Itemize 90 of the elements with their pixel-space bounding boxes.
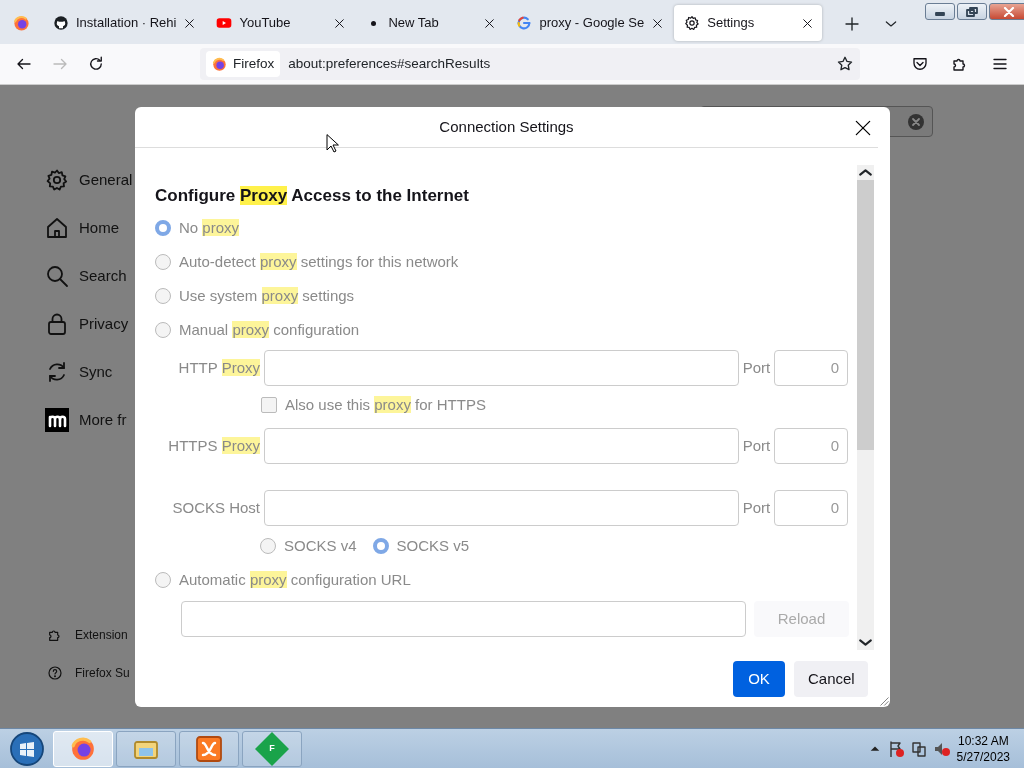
checkbox-label[interactable]: Also use this proxy for HTTPS: [285, 393, 486, 417]
dot-icon: [371, 20, 377, 26]
radio-label[interactable]: Use system proxy settings: [179, 284, 355, 308]
ok-button[interactable]: OK: [733, 661, 785, 697]
close-icon: [853, 118, 873, 138]
taskbar-app[interactable]: [179, 730, 239, 767]
logo-icon: [45, 408, 69, 432]
star-icon[interactable]: [836, 55, 854, 73]
google-icon: [516, 15, 533, 31]
text-field[interactable]: [264, 490, 739, 526]
field-label: HTTP Proxy: [177, 357, 260, 378]
gear-icon: [684, 15, 701, 31]
port-field[interactable]: 0: [774, 350, 848, 386]
close-icon: [1003, 6, 1015, 17]
radio-button[interactable]: [155, 220, 171, 236]
radio-label[interactable]: SOCKS v5: [396, 534, 470, 558]
radio-label[interactable]: SOCKS v4: [284, 534, 357, 558]
sidebar-item[interactable]: Search: [79, 264, 127, 288]
sidebar-item[interactable]: Home: [79, 216, 119, 240]
clock[interactable]: 10:32 AM 5/27/2023: [956, 732, 1010, 765]
radio-label[interactable]: No proxy: [179, 216, 240, 240]
app-logo: F: [255, 731, 289, 766]
radio-label[interactable]: Auto-detect proxy settings for this network: [179, 250, 459, 274]
address-bar[interactable]: Firefox about:preferences#searchResults: [200, 48, 860, 80]
plus-icon[interactable]: [843, 15, 862, 33]
url-field[interactable]: [181, 601, 746, 637]
identity-button[interactable]: Firefox: [206, 50, 281, 78]
sidebar-item[interactable]: General: [79, 168, 133, 192]
gear-icon: [45, 168, 69, 192]
browser-tab[interactable]: proxy - Google Se: [506, 5, 673, 41]
port-field[interactable]: 0: [774, 428, 848, 464]
port-field[interactable]: 0: [774, 490, 848, 526]
radio-button[interactable]: [372, 538, 389, 554]
browser-tab[interactable]: Settings: [674, 5, 823, 41]
port-label: Port: [741, 435, 772, 456]
browser-tab[interactable]: YouTube: [206, 5, 355, 41]
xampp-icon: [196, 735, 222, 762]
home-icon: [45, 216, 69, 240]
network-icon[interactable]: [910, 740, 927, 757]
close-icon[interactable]: [483, 16, 497, 30]
firefox-icon: [12, 14, 30, 32]
dialog-title: Connection Settings: [439, 116, 574, 137]
cancel-button[interactable]: Cancel: [794, 661, 868, 697]
sidebar-item[interactable]: Sync: [79, 360, 113, 384]
close-icon[interactable]: [183, 16, 197, 30]
resize-grip-icon[interactable]: [877, 694, 889, 706]
browser-tab[interactable]: Installation · Rehi: [43, 5, 205, 41]
github-icon: [53, 15, 69, 31]
play-icon: [216, 15, 233, 31]
radio-label[interactable]: Manual proxy configuration: [179, 318, 360, 342]
close-icon[interactable]: [801, 16, 815, 30]
taskbar-app[interactable]: F: [242, 730, 302, 767]
restore-icon: [966, 6, 978, 17]
sidebar-item[interactable]: More fr: [79, 408, 127, 432]
text-field[interactable]: [264, 350, 739, 386]
radio-button[interactable]: [155, 322, 171, 338]
search-icon: [45, 264, 69, 288]
help-icon: [47, 665, 63, 681]
cursor-icon: [326, 134, 340, 153]
lock-icon: [45, 312, 69, 336]
port-label: Port: [741, 497, 772, 518]
close-icon[interactable]: [333, 16, 347, 30]
dialog-heading: Configure Proxy Access to the Internet: [155, 185, 469, 206]
radio-button[interactable]: [155, 254, 171, 270]
firefox-icon: [212, 56, 227, 72]
firefox-icon: [70, 735, 96, 762]
minimize-button[interactable]: [925, 3, 955, 20]
start-button[interactable]: [10, 731, 44, 766]
checkbox[interactable]: [261, 397, 277, 413]
clear-icon[interactable]: [908, 114, 924, 130]
flag-icon[interactable]: [887, 740, 904, 757]
field-label: HTTPS Proxy: [167, 435, 260, 456]
radio-button[interactable]: [155, 572, 171, 588]
puzzle-icon: [47, 627, 63, 643]
radio-label[interactable]: Automatic proxy configuration URL: [179, 568, 411, 592]
radio-button[interactable]: [260, 538, 276, 554]
pocket-icon: [911, 55, 929, 73]
text-field[interactable]: [264, 428, 739, 464]
scrollbar[interactable]: [857, 165, 874, 650]
port-label: Port: [741, 357, 772, 378]
sidebar-link[interactable]: Extension: [75, 626, 128, 644]
browser-tab[interactable]: New Tab: [356, 5, 505, 41]
restore-button[interactable]: [957, 3, 987, 20]
sidebar-link[interactable]: Firefox Su: [75, 664, 130, 682]
reload-icon: [87, 55, 105, 73]
radio-button[interactable]: [155, 288, 171, 304]
field-label: SOCKS Host: [171, 497, 260, 518]
url-text: about:preferences#searchResults: [288, 54, 492, 73]
close-icon[interactable]: [651, 16, 665, 30]
sidebar-item[interactable]: Privacy: [79, 312, 129, 336]
